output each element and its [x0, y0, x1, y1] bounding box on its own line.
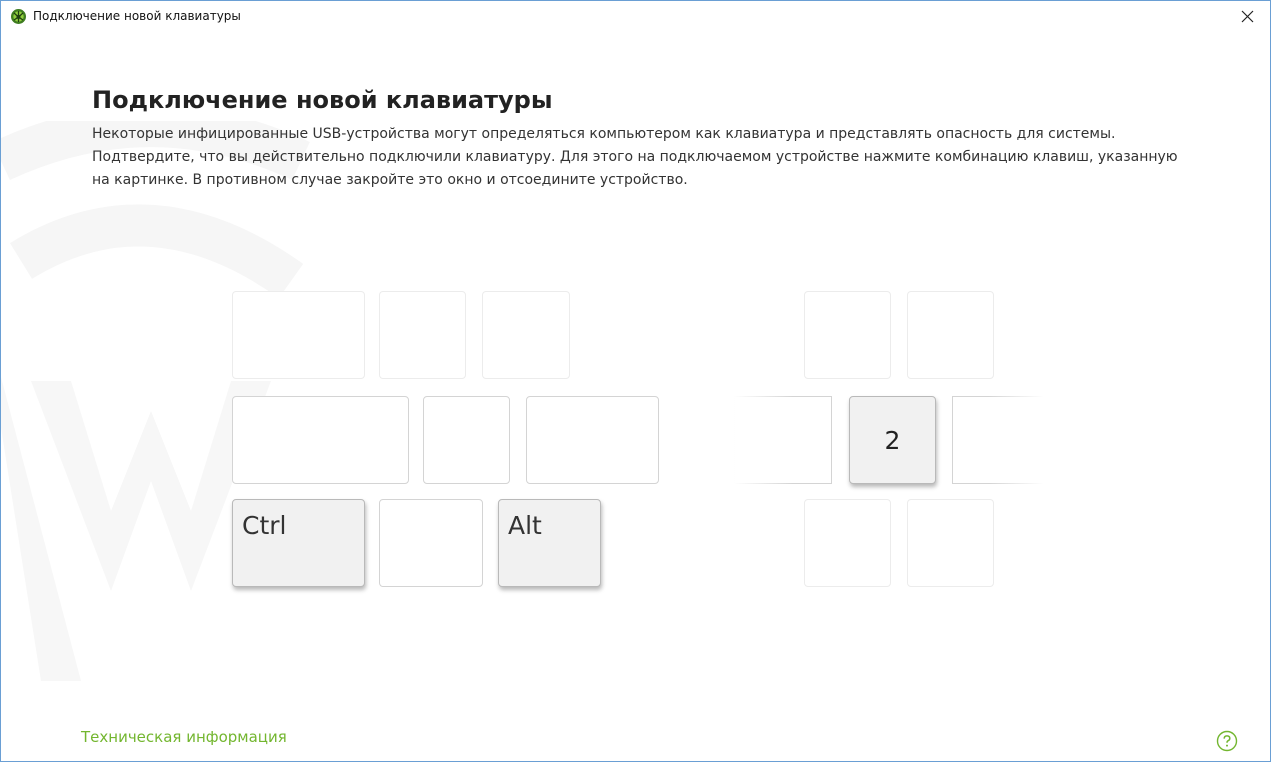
digit-2-key: 2 — [849, 396, 936, 484]
alt-key-label: Alt — [508, 511, 542, 540]
keyboard-key — [482, 291, 570, 379]
dialog-window: Подключение новой клавиатуры Подключение… — [0, 0, 1271, 762]
alt-key: Alt — [498, 499, 601, 587]
keyboard-key — [907, 499, 994, 587]
keyboard-key — [423, 396, 510, 484]
keyboard-key — [526, 396, 659, 484]
ctrl-key: Ctrl — [232, 499, 365, 587]
description-paragraph-warning: Некоторые инфицированные USB-устройства … — [92, 126, 1116, 142]
title-bar: Подключение новой клавиатуры — [1, 1, 1270, 31]
keyboard-key — [804, 499, 891, 587]
description: Некоторые инфицированные USB-устройства … — [92, 123, 1182, 192]
keyboard-key — [907, 291, 994, 379]
keyboard-key — [734, 396, 832, 484]
window-title: Подключение новой клавиатуры — [33, 9, 241, 23]
keyboard-key — [952, 396, 1044, 484]
close-icon — [1241, 10, 1253, 22]
close-button[interactable] — [1224, 1, 1270, 31]
digit-2-key-label: 2 — [884, 425, 901, 455]
ctrl-key-label: Ctrl — [242, 511, 287, 540]
page-title: Подключение новой клавиатуры — [92, 86, 553, 114]
keyboard-key — [379, 291, 466, 379]
description-paragraph-instruction: Подтвердите, что вы действительно подклю… — [92, 149, 1178, 188]
help-circle-icon[interactable] — [1216, 730, 1238, 752]
drweb-spider-icon — [11, 9, 26, 24]
technical-info-link[interactable]: Техническая информация — [81, 728, 287, 746]
keyboard-key — [804, 291, 891, 379]
keyboard-key — [232, 396, 409, 484]
keyboard-key — [379, 499, 483, 587]
keyboard-key — [232, 291, 365, 379]
